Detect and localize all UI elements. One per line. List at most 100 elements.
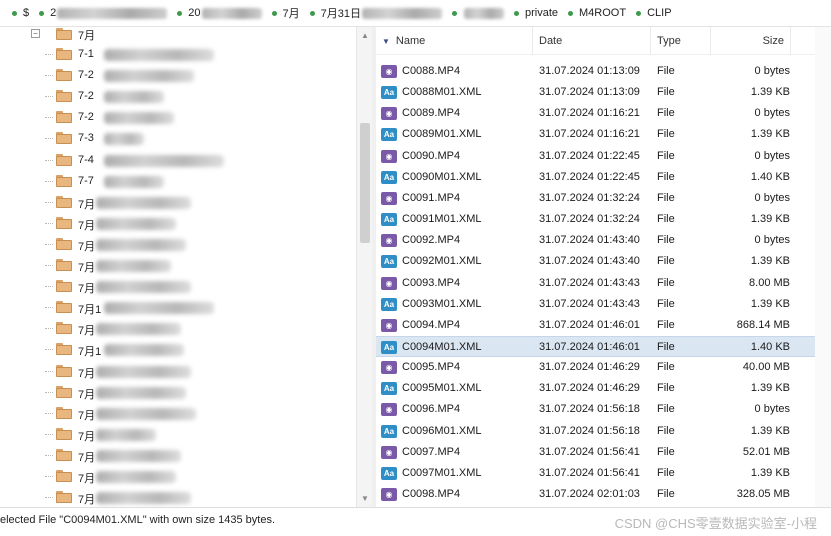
separator-dot-icon — [12, 10, 17, 16]
tree-folder-item[interactable]: 7-2 — [0, 65, 356, 86]
tree-folder-item[interactable]: 7月 — [0, 445, 356, 466]
breadcrumb-item[interactable]: M4ROOT — [568, 7, 626, 19]
tree-connector-line — [45, 349, 53, 351]
tree-folder-item[interactable]: 7月 — [0, 276, 356, 297]
file-name: C0093M01.XML — [402, 297, 482, 310]
file-date: 31.07.2024 01:32:24 — [539, 191, 640, 204]
file-name: C0094.MP4 — [402, 318, 461, 331]
tree-folder-label: 7月 — [78, 367, 96, 380]
tree-folder-item[interactable]: 7月 — [0, 255, 356, 276]
file-row[interactable]: Aa C0093M01.XML 31.07.2024 01:43:43 File 1.3… — [376, 294, 831, 315]
tree-connector-line — [45, 433, 53, 435]
scrollbar-thumb[interactable] — [360, 123, 370, 243]
file-name: C0097.MP4 — [402, 445, 461, 458]
file-row[interactable]: ◉ C0098.MP4 31.07.2024 02:01:03 File 328.05 … — [376, 484, 831, 505]
file-row[interactable]: ◉ C0096.MP4 31.07.2024 01:56:18 File 0 bytes — [376, 399, 831, 420]
tree-folder-item[interactable]: 7月 — [0, 466, 356, 487]
separator-dot-icon — [271, 10, 277, 16]
file-row[interactable]: Aa C0089M01.XML 31.07.2024 01:16:21 File 1.3… — [376, 124, 831, 145]
file-row[interactable]: ◉ C0091.MP4 31.07.2024 01:32:24 File 0 bytes — [376, 188, 831, 209]
file-date: 31.07.2024 01:56:18 — [539, 403, 640, 416]
tree-folder-item[interactable]: 7-2 — [0, 86, 356, 107]
breadcrumb-item[interactable]: 7月31日 — [309, 5, 442, 21]
file-name: C0094M01.XML — [402, 340, 482, 353]
tree-folder-item[interactable]: 7-4 — [0, 150, 356, 171]
tree-connector-line — [45, 159, 53, 161]
file-row[interactable]: ◉ C0095.MP4 31.07.2024 01:46:29 File 40.00 M… — [376, 357, 831, 378]
tree-folder-item[interactable]: 7-7 — [0, 171, 356, 192]
file-row[interactable]: Aa C0092M01.XML 31.07.2024 01:43:40 File 1.3… — [376, 251, 831, 272]
file-row[interactable]: ◉ C0088.MP4 31.07.2024 01:13:09 File 0 bytes — [376, 61, 831, 82]
tree-folder-item[interactable]: 7月 — [0, 403, 356, 424]
redacted-text — [96, 281, 191, 294]
tree-root-row[interactable]: − 7月 — [0, 27, 356, 44]
tree-folder-item[interactable]: 7月 — [0, 424, 356, 445]
tree-folder-item[interactable]: 7月 — [0, 213, 356, 234]
breadcrumb-item[interactable]: 20 — [177, 7, 262, 19]
collapse-toggle-icon[interactable]: − — [31, 29, 40, 38]
file-row[interactable]: Aa C0091M01.XML 31.07.2024 01:32:24 File 1.3… — [376, 209, 831, 230]
breadcrumb-item[interactable]: private — [513, 7, 558, 19]
column-header-name[interactable]: ▼ Name — [376, 27, 533, 55]
tree-connector-line — [45, 180, 53, 182]
xml-file-icon: Aa — [381, 297, 397, 311]
file-row[interactable]: Aa C0090M01.XML 31.07.2024 01:22:45 File 1.4… — [376, 167, 831, 188]
file-size: 868.14 MB — [736, 318, 790, 331]
folder-icon — [56, 406, 72, 419]
tree-connector-line — [45, 201, 53, 203]
file-name: C0089.MP4 — [402, 107, 461, 120]
tree-folder-item[interactable]: 7月 — [0, 361, 356, 382]
tree-folder-label: 7月 — [78, 219, 96, 232]
breadcrumb-item[interactable]: $ — [12, 7, 29, 19]
folder-icon — [56, 216, 72, 229]
tree-folder-item[interactable]: 7-3 — [0, 128, 356, 149]
tree-folder-item[interactable]: 7月 — [0, 382, 356, 403]
tree-folder-item[interactable]: 7月 — [0, 318, 356, 339]
breadcrumb-item[interactable]: 2 — [39, 7, 168, 19]
tree-connector-line — [45, 117, 53, 119]
file-row[interactable]: ◉ C0089.MP4 31.07.2024 01:16:21 File 0 bytes — [376, 103, 831, 124]
tree-folder-item[interactable]: 7-1 — [0, 44, 356, 65]
file-row[interactable]: ◉ C0090.MP4 31.07.2024 01:22:45 File 0 bytes — [376, 146, 831, 167]
folder-icon — [56, 69, 72, 82]
file-row[interactable]: Aa C0095M01.XML 31.07.2024 01:46:29 File 1.3… — [376, 378, 831, 399]
separator-dot-icon — [513, 10, 519, 16]
video-file-icon: ◉ — [381, 234, 397, 248]
file-name: C0095M01.XML — [402, 382, 482, 395]
tree-folder-item[interactable]: 7月 — [0, 234, 356, 255]
file-size: 1.39 KB — [750, 213, 790, 226]
column-header-date[interactable]: Date — [533, 27, 651, 55]
tree-folder-item[interactable]: 7-2 — [0, 107, 356, 128]
file-name: C0091M01.XML — [402, 213, 482, 226]
file-date: 31.07.2024 01:43:43 — [539, 276, 640, 289]
file-row[interactable]: Aa C0088M01.XML 31.07.2024 01:13:09 File 1.3… — [376, 82, 831, 103]
file-date: 31.07.2024 01:16:21 — [539, 107, 640, 120]
file-row[interactable]: ◉ C0097.MP4 31.07.2024 01:56:41 File 52.01 M… — [376, 442, 831, 463]
tree-scrollbar[interactable]: ▲ ▼ — [356, 27, 372, 507]
scroll-down-icon[interactable]: ▼ — [361, 494, 369, 503]
tree-folder-item[interactable]: 7月 — [0, 487, 356, 507]
column-header-type[interactable]: Type — [651, 27, 711, 55]
folder-icon — [56, 491, 72, 504]
tree-folder-item[interactable]: 7月 — [0, 192, 356, 213]
file-list-scrollbar[interactable] — [815, 27, 831, 507]
column-header-size[interactable]: Size — [711, 27, 791, 55]
xml-file-icon: Aa — [381, 255, 397, 269]
breadcrumb-item[interactable] — [451, 7, 504, 19]
breadcrumb-item[interactable]: 7月 — [271, 5, 300, 21]
tree-folder-item[interactable]: 7月1 — [0, 297, 356, 318]
tree-folder-label: 7-3 — [78, 132, 94, 145]
breadcrumb-item[interactable]: CLIP — [636, 7, 672, 19]
file-row[interactable]: Aa C0096M01.XML 31.07.2024 01:56:18 File 1.3… — [376, 421, 831, 442]
file-row[interactable]: Aa C0094M01.XML 31.07.2024 01:46:01 File 1.4… — [376, 335, 831, 357]
scroll-up-icon[interactable]: ▲ — [361, 31, 369, 40]
file-date: 31.07.2024 01:56:18 — [539, 424, 640, 437]
tree-folder-label: 7-4 — [78, 153, 94, 166]
file-size: 1.39 KB — [750, 466, 790, 479]
file-row[interactable]: ◉ C0092.MP4 31.07.2024 01:43:40 File 0 bytes — [376, 230, 831, 251]
file-row[interactable]: ◉ C0093.MP4 31.07.2024 01:43:43 File 8.00 MB — [376, 273, 831, 294]
file-type: File — [657, 191, 675, 204]
file-row[interactable]: Aa C0097M01.XML 31.07.2024 01:56:41 File 1.3… — [376, 463, 831, 484]
tree-folder-item[interactable]: 7月1 — [0, 339, 356, 360]
file-row[interactable]: ◉ C0094.MP4 31.07.2024 01:46:01 File 868.14 … — [376, 315, 831, 336]
